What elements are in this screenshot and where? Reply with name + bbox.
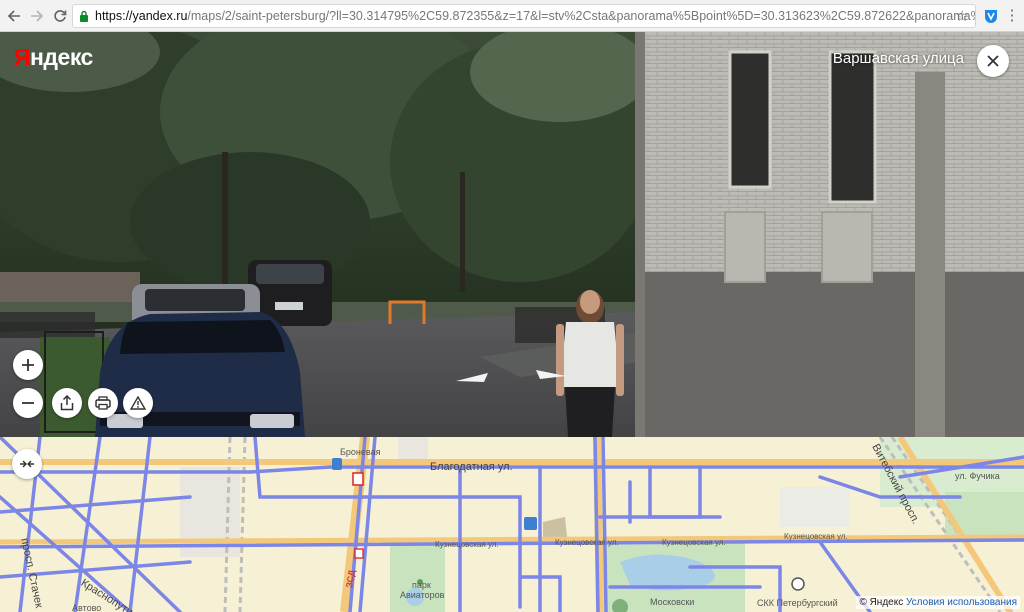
park-label-moskovsky: Московски xyxy=(650,597,695,607)
street-label-kuznetsovskaya-4: Кузнецовская ул. xyxy=(784,532,848,541)
minus-icon xyxy=(22,402,34,404)
extension-icon[interactable] xyxy=(984,8,998,24)
yandex-logo[interactable]: Яндекс xyxy=(14,44,93,71)
share-icon xyxy=(60,395,74,411)
street-label-blagodatnaya: Благодатная ул. xyxy=(430,461,513,473)
warning-icon xyxy=(130,396,146,410)
poi-label-skk: СКК Петербургский xyxy=(757,598,838,608)
yandex-logo-rest: ндекс xyxy=(30,44,93,70)
park-label: парк xyxy=(412,580,431,590)
reload-icon[interactable] xyxy=(50,6,70,26)
panorama-street-name: Варшавская улица xyxy=(832,50,964,67)
street-label-kuznetsovskaya-3: Кузнецовская ул. xyxy=(662,538,726,547)
lock-icon xyxy=(80,10,88,22)
close-panorama-button[interactable] xyxy=(977,45,1009,77)
collapse-map-button[interactable] xyxy=(12,449,42,479)
url-host: https://yandex.ru xyxy=(95,9,188,23)
street-label-kuznetsovskaya-2: Кузнецовская ул. xyxy=(555,538,619,547)
street-view-panorama[interactable]: Яндекс Варшавская улица xyxy=(0,32,1024,437)
zoom-in-button[interactable] xyxy=(13,350,43,380)
map-panel[interactable]: Благодатная ул. Броневая Кузнецовская ул… xyxy=(0,437,1024,612)
print-button[interactable] xyxy=(88,388,118,418)
star-icon[interactable]: ☆ xyxy=(956,6,969,27)
street-label-kuznetsovskaya-1: Кузнецовская ул. xyxy=(435,540,499,549)
park-label-aviatorov: Авиаторов xyxy=(400,590,445,600)
share-button[interactable] xyxy=(52,388,82,418)
close-icon xyxy=(987,55,999,67)
collapse-arrows-icon xyxy=(20,460,34,468)
plus-icon xyxy=(22,359,34,371)
street-label-bronevaya: Броневая xyxy=(340,447,381,457)
url-path: /maps/2/saint-petersburg/?ll=30.314795%2… xyxy=(187,9,976,23)
forward-arrow-icon[interactable] xyxy=(27,6,47,26)
panorama-image xyxy=(0,32,1024,437)
browser-toolbar: https://yandex.ru/maps/2/saint-petersbur… xyxy=(0,0,1024,32)
yandex-logo-first-letter: Я xyxy=(14,44,31,70)
printer-icon xyxy=(95,396,111,410)
map-attribution: © Яндекс Условия использования xyxy=(856,596,1020,609)
copyright-text: © Яндекс xyxy=(859,597,904,608)
terms-of-use-link[interactable]: Условия использования xyxy=(906,597,1017,608)
report-problem-button[interactable] xyxy=(123,388,153,418)
street-label-fuchika: ул. Фучика xyxy=(955,471,1000,481)
menu-icon[interactable]: ⋮ xyxy=(1004,7,1020,25)
station-label-avtovo: Автово xyxy=(72,603,102,612)
zoom-out-button[interactable] xyxy=(13,388,43,418)
back-arrow-icon[interactable] xyxy=(4,6,24,26)
url-text: https://yandex.ru/maps/2/saint-petersbur… xyxy=(95,5,976,27)
address-bar[interactable]: https://yandex.ru/maps/2/saint-petersbur… xyxy=(72,4,976,28)
